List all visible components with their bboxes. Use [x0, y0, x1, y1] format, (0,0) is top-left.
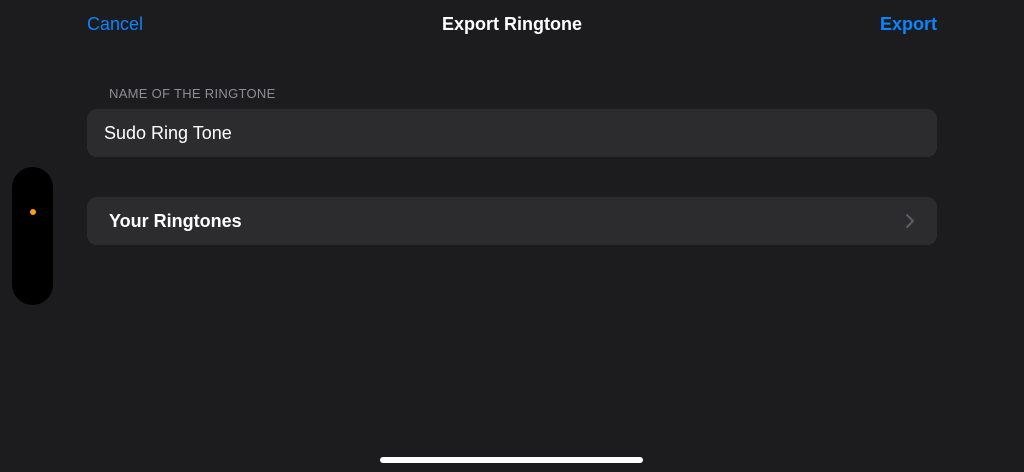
ringtone-name-field[interactable] [87, 109, 937, 157]
ringtone-name-input[interactable] [104, 109, 904, 157]
ringtone-name-section-header: NAME OF THE RINGTONE [109, 86, 276, 101]
export-ringtone-screen: Cancel Export Ringtone Export NAME OF TH… [0, 0, 1024, 472]
navigation-bar: Cancel Export Ringtone Export [0, 0, 1024, 48]
home-indicator[interactable] [380, 457, 643, 463]
side-indicator-pill [12, 167, 53, 305]
export-button[interactable]: Export [880, 13, 937, 35]
chevron-right-icon [906, 214, 914, 228]
your-ringtones-row[interactable]: Your Ringtones [87, 197, 937, 245]
your-ringtones-label: Your Ringtones [109, 211, 242, 231]
orange-dot-icon [30, 209, 36, 215]
page-title: Export Ringtone [442, 14, 582, 34]
